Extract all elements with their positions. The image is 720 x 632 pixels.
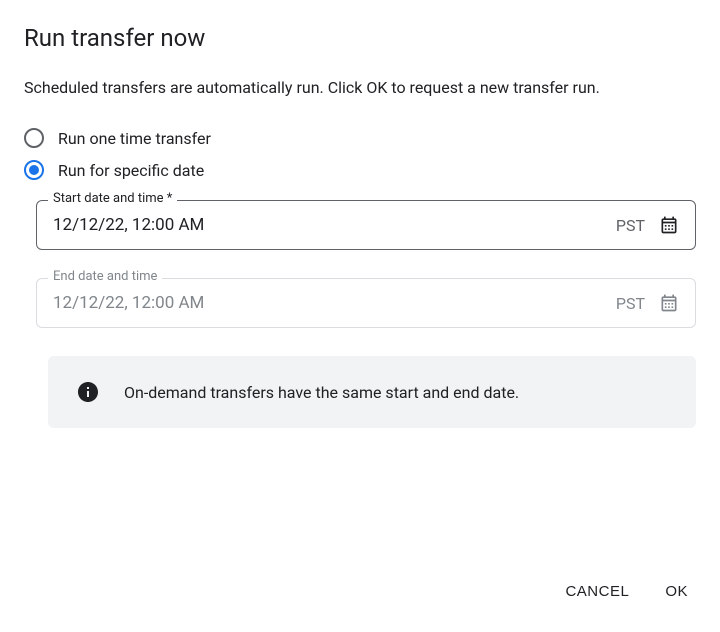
calendar-icon [659,293,679,313]
radio-one-time-transfer[interactable]: Run one time transfer [24,128,696,148]
info-text: On-demand transfers have the same start … [124,383,519,402]
field-label: End date and time [48,269,162,284]
end-date-field: End date and time 12/12/22, 12:00 AM PST [36,278,696,328]
date-fields: Start date and time * 12/12/22, 12:00 AM… [36,200,696,328]
radio-group: Run one time transfer Run for specific d… [24,128,696,180]
dialog-actions: CANCEL OK [561,575,692,608]
calendar-icon[interactable] [659,215,679,235]
radio-specific-date[interactable]: Run for specific date [24,160,696,180]
radio-icon [24,128,44,148]
info-banner: On-demand transfers have the same start … [48,356,696,428]
field-timezone: PST [616,216,645,235]
field-value: 12/12/22, 12:00 AM [53,293,616,313]
field-label: Start date and time * [48,191,177,206]
info-icon [76,380,100,404]
field-value: 12/12/22, 12:00 AM [53,215,616,235]
ok-button[interactable]: OK [661,575,692,608]
radio-icon [24,160,44,180]
field-timezone: PST [616,294,645,313]
cancel-button[interactable]: CANCEL [561,575,633,608]
dialog-description: Scheduled transfers are automatically ru… [24,76,696,100]
dialog-title: Run transfer now [24,24,696,52]
start-date-field[interactable]: Start date and time * 12/12/22, 12:00 AM… [36,200,696,250]
radio-label: Run one time transfer [58,129,211,148]
radio-label: Run for specific date [58,161,204,180]
